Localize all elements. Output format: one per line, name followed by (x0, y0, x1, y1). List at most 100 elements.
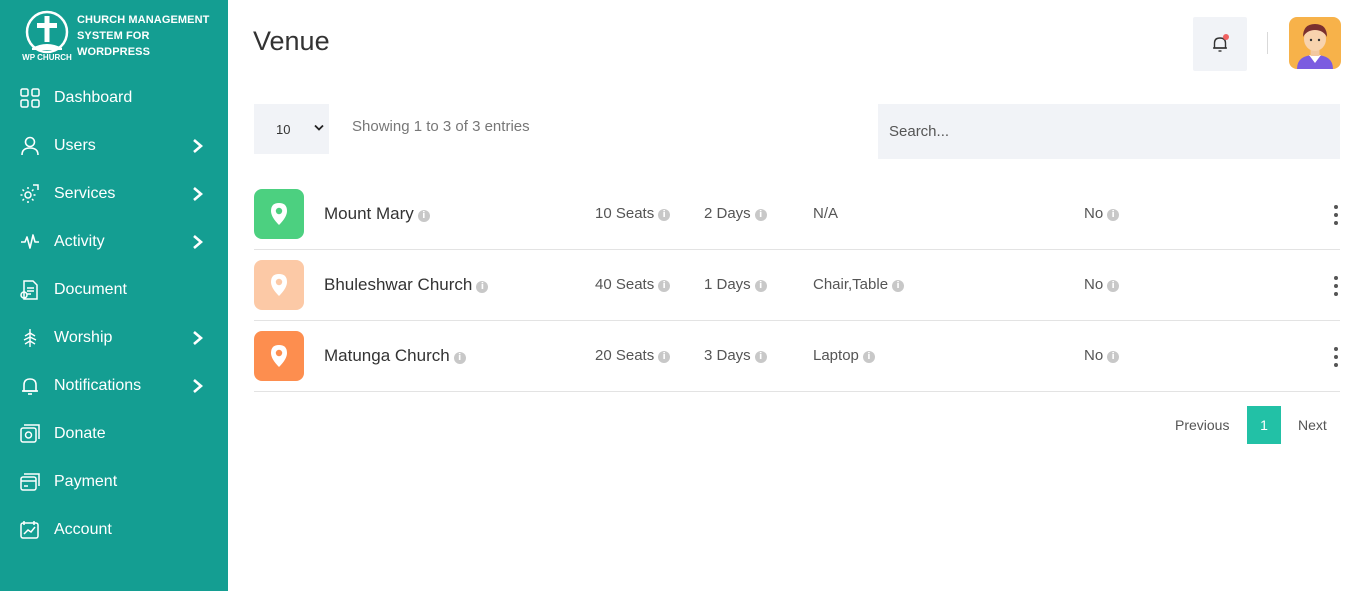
info-icon[interactable]: i (1107, 351, 1120, 363)
sidebar-item-users[interactable]: Users (0, 122, 228, 170)
sidebar-item-account[interactable]: Account (0, 506, 228, 554)
venue-name: Bhuleshwar Church i (324, 275, 489, 295)
venue-table: Mount Mary i 10 Seats i 2 Days i N/A No i Bh… (254, 179, 1340, 392)
sidebar-item-label: Document (54, 281, 127, 298)
venue-flag-text: No (1084, 205, 1104, 222)
info-icon[interactable]: i (754, 351, 767, 363)
church-logo-icon: WP CHURCH (22, 10, 72, 62)
brand-name: CHURCH MANAGEMENT SYSTEM FOR WORDPRESS (77, 12, 209, 60)
location-pin-icon (271, 345, 287, 367)
venue-seats-text: 10 Seats (595, 205, 655, 222)
more-options-icon[interactable] (1333, 205, 1339, 227)
sidebar-item-label: Worship (54, 329, 113, 346)
chevron-right-icon (193, 187, 203, 201)
venue-items-text: N/A (813, 205, 839, 222)
more-options-icon[interactable] (1333, 276, 1339, 298)
location-pin-icon (271, 203, 287, 225)
info-icon[interactable]: i (417, 210, 430, 222)
page-title: Venue (253, 26, 330, 56)
venue-pin-badge (254, 189, 304, 239)
brand-line-2: SYSTEM FOR (77, 30, 150, 42)
info-icon[interactable]: i (892, 280, 905, 292)
info-icon[interactable]: i (754, 280, 767, 292)
user-icon (21, 136, 39, 156)
document-icon (20, 280, 38, 300)
info-icon[interactable]: i (754, 209, 767, 221)
chevron-right-icon (193, 235, 203, 249)
brand-line-1: CHURCH MANAGEMENT (77, 14, 210, 26)
sidebar-item-payment[interactable]: Payment (0, 458, 228, 506)
sidebar-item-worship[interactable]: Worship (0, 314, 228, 362)
info-icon[interactable]: i (862, 351, 875, 363)
header-divider (1267, 32, 1268, 54)
user-avatar[interactable] (1289, 17, 1341, 69)
chevron-right-icon (193, 379, 203, 393)
notification-button[interactable] (1193, 17, 1247, 71)
notification-dot (1223, 34, 1229, 40)
venue-items: N/A (813, 205, 838, 222)
worship-icon (23, 329, 37, 347)
sidebar-item-label: Notifications (54, 377, 142, 394)
info-icon[interactable]: i (453, 352, 466, 364)
venue-flag-text: No (1084, 276, 1104, 293)
venue-pin-badge (254, 331, 304, 381)
location-pin-icon (271, 274, 287, 296)
pagination-previous-button[interactable]: Previous (1175, 406, 1229, 444)
venue-seats: 20 Seats i (595, 347, 671, 364)
chevron-right-icon (193, 331, 203, 345)
sidebar-item-notifications[interactable]: Notifications (0, 362, 228, 410)
svg-text:WP CHURCH: WP CHURCH (22, 53, 72, 62)
venue-items-text: Laptop (813, 347, 859, 364)
sidebar: WP CHURCH CHURCH MANAGEMENT SYSTEM FOR W… (0, 0, 228, 591)
venue-name: Matunga Church i (324, 346, 466, 366)
venue-flag: No i (1084, 205, 1120, 222)
venue-items: Laptop i (813, 347, 875, 364)
gear-icon (20, 184, 39, 203)
venue-pin-badge (254, 260, 304, 310)
venue-days-text: 2 Days (704, 205, 751, 222)
brand-line-3: WORDPRESS (77, 46, 151, 58)
brand-logo[interactable]: WP CHURCH CHURCH MANAGEMENT SYSTEM FOR W… (18, 10, 218, 65)
pagination-page-button[interactable]: 1 (1247, 406, 1281, 444)
chevron-right-icon (193, 139, 203, 153)
search-input[interactable] (878, 104, 1340, 159)
sidebar-item-document[interactable]: Document (0, 266, 228, 314)
activity-icon (21, 234, 39, 249)
sidebar-item-label: Account (54, 521, 112, 538)
sidebar-item-label: Donate (54, 425, 106, 442)
page-length-select[interactable]: 10 (254, 104, 329, 154)
venue-name-text: Matunga Church (324, 346, 450, 365)
venue-items: Chair,Table i (813, 276, 905, 293)
sidebar-item-services[interactable]: Services (0, 170, 228, 218)
info-icon[interactable]: i (476, 281, 489, 293)
donate-icon (20, 424, 40, 443)
info-icon[interactable]: i (658, 209, 671, 221)
sidebar-item-dashboard[interactable]: Dashboard (0, 74, 228, 122)
table-row[interactable]: Bhuleshwar Church i 40 Seats i 1 Days i Cha… (254, 250, 1340, 321)
venue-seats: 40 Seats i (595, 276, 671, 293)
avatar-icon (1297, 24, 1333, 69)
info-icon[interactable]: i (1107, 209, 1120, 221)
pagination-next-button[interactable]: Next (1298, 406, 1327, 444)
sidebar-item-donate[interactable]: Donate (0, 410, 228, 458)
venue-flag: No i (1084, 347, 1120, 364)
sidebar-item-activity[interactable]: Activity (0, 218, 228, 266)
venue-days: 2 Days i (704, 205, 767, 222)
table-row[interactable]: Matunga Church i 20 Seats i 3 Days i Laptop… (254, 321, 1340, 392)
sidebar-item-label: Dashboard (54, 89, 133, 106)
info-icon[interactable]: i (658, 351, 671, 363)
info-icon[interactable]: i (1107, 280, 1120, 292)
venue-name: Mount Mary i (324, 204, 430, 224)
info-icon[interactable]: i (658, 280, 671, 292)
sidebar-item-label: Users (54, 137, 96, 154)
entries-info: Showing 1 to 3 of 3 entries (352, 118, 530, 135)
venue-seats-text: 20 Seats (595, 347, 655, 364)
venue-days-text: 3 Days (704, 347, 751, 364)
venue-days: 1 Days i (704, 276, 767, 293)
sidebar-item-label: Activity (54, 233, 105, 250)
sidebar-item-label: Services (54, 185, 116, 202)
payment-icon (20, 473, 40, 491)
table-row[interactable]: Mount Mary i 10 Seats i 2 Days i N/A No i (254, 179, 1340, 250)
venue-seats-text: 40 Seats (595, 276, 655, 293)
more-options-icon[interactable] (1333, 347, 1339, 369)
